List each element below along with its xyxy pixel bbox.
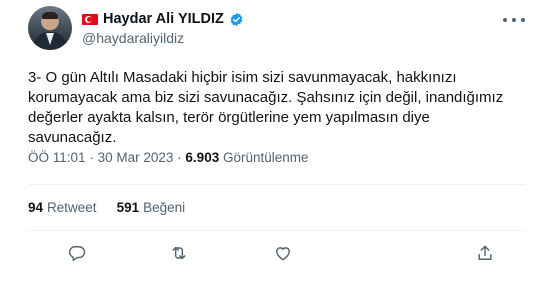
share-button[interactable] [472, 240, 498, 266]
retweet-icon [172, 246, 186, 260]
tweet-stats: 94 Retweet 591 Beğeni [28, 200, 185, 215]
tweet-text: 3- O gün Altılı Masadaki hiçbir isim siz… [28, 69, 504, 146]
retweets-stat[interactable]: 94 Retweet [28, 200, 97, 215]
verified-badge-icon [230, 12, 243, 26]
reply-button[interactable] [64, 240, 90, 266]
divider [28, 184, 525, 185]
retweets-count: 94 [28, 200, 44, 215]
divider [28, 230, 525, 231]
share-icon [478, 245, 492, 260]
tweet-date[interactable]: 30 Mar 2023 [98, 150, 174, 165]
author-display-name[interactable]: Haydar Ali YILDIZ [103, 11, 224, 27]
author-name-row: Haydar Ali YILDIZ [82, 10, 244, 28]
retweets-label: Retweet [47, 200, 97, 215]
meta-separator: · [177, 150, 182, 165]
more-options-icon[interactable] [503, 12, 525, 28]
tweet-header: Haydar Ali YILDIZ @haydaraliyildiz [0, 0, 545, 60]
like-button[interactable] [270, 240, 296, 266]
author-avatar[interactable] [28, 6, 72, 50]
likes-stat[interactable]: 591 Beğeni [117, 200, 186, 215]
likes-label: Beğeni [143, 200, 186, 215]
tweet-meta: ÖÖ 11:01 · 30 Mar 2023 · 6.903 Görüntüle… [28, 150, 309, 165]
views-label: Görüntülenme [222, 150, 309, 165]
turkey-flag-icon [82, 13, 98, 25]
like-icon [276, 247, 290, 261]
tweet-time[interactable]: ÖÖ 11:01 [28, 150, 86, 165]
author-handle[interactable]: @haydaraliyildiz [82, 30, 184, 46]
likes-count: 591 [116, 200, 140, 215]
meta-separator: · [89, 150, 94, 165]
reply-icon [68, 246, 86, 261]
retweet-button[interactable] [166, 240, 192, 266]
views-count: 6.903 [185, 150, 220, 165]
tweet-actions [0, 240, 545, 266]
